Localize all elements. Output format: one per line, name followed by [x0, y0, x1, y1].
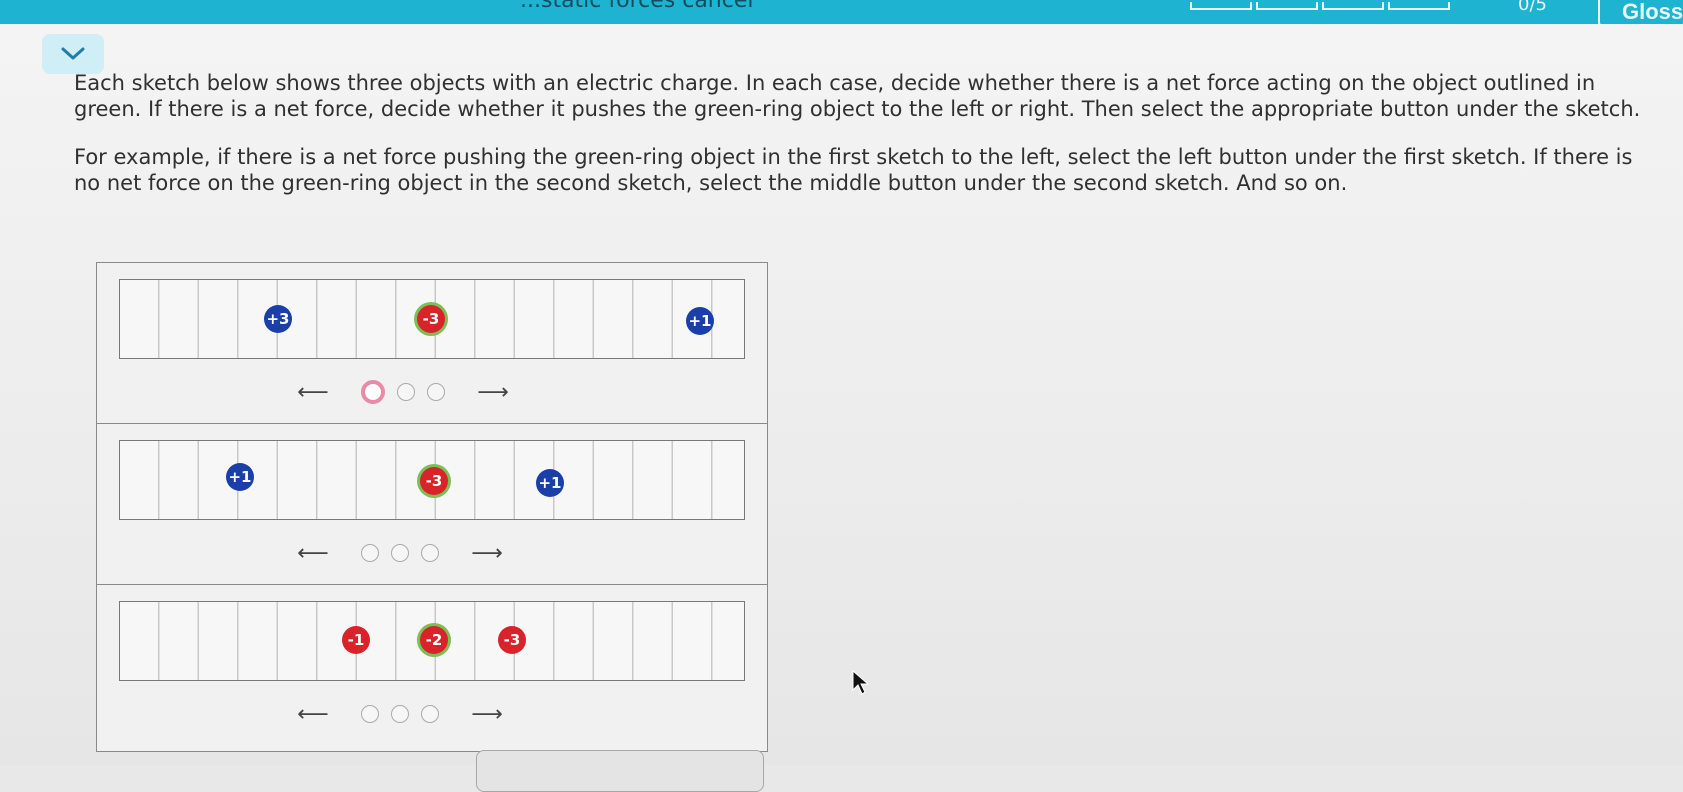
progress-count: 0/5 [1518, 0, 1547, 15]
assignment-title: ...static forces cancel [520, 0, 754, 13]
left-arrow-icon: ⟵ [297, 701, 329, 727]
sketch-track: -1 -2 -3 [119, 601, 745, 681]
sketch-2: +1 -3 +1 ⟵ ⟶ [97, 424, 767, 585]
charge-object: +1 [536, 469, 564, 497]
left-force-radio[interactable] [361, 705, 379, 723]
right-arrow-icon: ⟶ [471, 701, 503, 727]
no-force-radio[interactable] [391, 544, 409, 562]
progress-segment [1190, 2, 1252, 10]
progress-segment [1388, 2, 1450, 10]
right-force-radio[interactable] [421, 705, 439, 723]
charge-object: +3 [264, 305, 292, 333]
progress-segment [1322, 2, 1384, 10]
no-force-radio[interactable] [397, 383, 415, 401]
progress-segment [1256, 2, 1318, 10]
right-arrow-icon: ⟶ [471, 540, 503, 566]
progress-bar [1190, 2, 1450, 10]
instruction-paragraph-1: Each sketch below shows three objects wi… [74, 71, 1641, 121]
instructions: Each sketch below shows three objects wi… [74, 70, 1664, 218]
target-charge-object: -2 [420, 626, 448, 654]
collapse-toggle-button[interactable] [42, 34, 104, 74]
left-arrow-icon: ⟵ [297, 540, 329, 566]
charge-object: -1 [342, 626, 370, 654]
instruction-paragraph-2: For example, if there is a net force pus… [74, 145, 1633, 195]
sketch-3: -1 -2 -3 ⟵ ⟶ [97, 585, 767, 745]
left-arrow-icon: ⟵ [297, 379, 329, 405]
sketch-track: +1 -3 +1 [119, 440, 745, 520]
right-arrow-icon: ⟶ [477, 379, 509, 405]
charge-object: +1 [686, 307, 714, 335]
right-force-radio[interactable] [427, 383, 445, 401]
target-charge-object: -3 [420, 467, 448, 495]
charge-object: -3 [498, 626, 526, 654]
question-content: Each sketch below shows three objects wi… [0, 24, 1683, 792]
target-charge-object: -3 [417, 305, 445, 333]
force-answer-buttons: ⟵ ⟶ [277, 377, 577, 407]
sketch-panel: +3 -3 +1 ⟵ ⟶ +1 -3 +1 ⟵ ⟶ -1 -2 -3 ⟵ ⟶ [96, 262, 768, 752]
check-button[interactable] [476, 750, 764, 792]
sketch-track: +3 -3 +1 [119, 279, 745, 359]
left-force-radio[interactable] [361, 380, 385, 404]
left-force-radio[interactable] [361, 544, 379, 562]
sketch-1: +3 -3 +1 ⟵ ⟶ [97, 263, 767, 424]
chevron-down-icon [61, 47, 85, 60]
right-force-radio[interactable] [421, 544, 439, 562]
mouse-pointer-icon [852, 670, 869, 695]
force-answer-buttons: ⟵ ⟶ [277, 699, 577, 729]
force-answer-buttons: ⟵ ⟶ [277, 538, 577, 568]
no-force-radio[interactable] [391, 705, 409, 723]
charge-object: +1 [226, 463, 254, 491]
